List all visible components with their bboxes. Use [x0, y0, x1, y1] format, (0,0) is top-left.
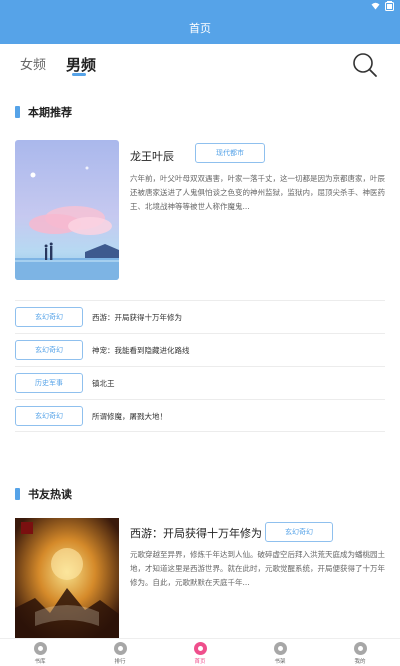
book-list: 玄幻奇幻 西游：开局获得十万年修为 玄幻奇幻 神宠：我能看到隐藏进化路线 历史军… [15, 300, 385, 432]
book-title[interactable]: 所谓修魔，屠戮大地！ [92, 411, 167, 422]
app-bar: 首页 [0, 12, 400, 44]
nav-label: 书架 [274, 659, 286, 665]
nav-label: 首页 [194, 659, 206, 665]
nav-label: 书库 [34, 659, 46, 665]
hot-section-title: 书友热读 [28, 488, 72, 501]
list-item[interactable]: 玄幻奇幻 神宠：我能看到隐藏进化路线 [15, 333, 385, 366]
status-bar [0, 0, 400, 12]
genre-tag[interactable]: 玄幻奇幻 [15, 307, 83, 327]
profile-icon [353, 642, 367, 655]
list-item[interactable]: 历史军事 镇北王 [15, 366, 385, 399]
recommend-section-title: 本期推荐 [28, 106, 72, 119]
nav-label: 我的 [354, 659, 366, 665]
hot-book-description: 元歌穿越至异界，修炼千年达到人仙。破碎虚空后拜入洪荒天庭成为蟠桃园土地，才知道这… [130, 550, 385, 587]
page-title: 首页 [189, 22, 211, 35]
nav-library[interactable]: 书库 [0, 639, 80, 666]
featured-book-description: 六年前，叶父叶母双双遇害，叶家一落千丈，这一切都是因为京都唐家，叶辰还被唐家送进… [130, 174, 385, 211]
bookshelf-icon [273, 642, 287, 655]
nav-profile[interactable]: 我的 [320, 639, 400, 666]
crown-icon [113, 642, 127, 655]
book-title[interactable]: 西游：开局获得十万年修为 [92, 312, 182, 323]
search-button[interactable] [352, 52, 378, 78]
tab-male[interactable]: 男频 [66, 54, 96, 75]
gender-tabs: 女频 男频 [0, 44, 400, 84]
featured-book[interactable]: 龙王叶辰 现代都市 六年前，叶父叶母双双遇害，叶家一落千丈，这一切都是因为京都唐… [15, 140, 385, 285]
search-icon [353, 53, 377, 77]
home-icon [193, 642, 207, 655]
wifi-icon [371, 2, 380, 10]
hot-section-header: 书友热读 [15, 486, 72, 502]
list-item[interactable]: 玄幻奇幻 西游：开局获得十万年修为 [15, 300, 385, 333]
featured-book-cover[interactable] [15, 140, 119, 280]
featured-genre-tag[interactable]: 现代都市 [195, 143, 265, 163]
bottom-nav: 书库 排行 首页 书架 我的 [0, 638, 400, 666]
recommend-section-header: 本期推荐 [15, 104, 72, 120]
book-title[interactable]: 镇北王 [92, 378, 115, 389]
genre-tag[interactable]: 历史军事 [15, 373, 83, 393]
nav-home[interactable]: 首页 [160, 639, 240, 666]
list-item[interactable]: 玄幻奇幻 所谓修魔，屠戮大地！ [15, 399, 385, 432]
tab-female[interactable]: 女频 [20, 54, 46, 73]
nav-label: 排行 [114, 659, 126, 665]
genre-tag[interactable]: 玄幻奇幻 [15, 340, 83, 360]
book-title[interactable]: 神宠：我能看到隐藏进化路线 [92, 345, 190, 356]
section-marker [15, 488, 20, 500]
hot-book-cover[interactable] [15, 518, 119, 638]
genre-tag[interactable]: 玄幻奇幻 [15, 406, 83, 426]
featured-book-title[interactable]: 龙王叶辰 [130, 148, 174, 164]
hot-book[interactable]: 西游：开局获得十万年修为 玄幻奇幻 元歌穿越至异界，修炼千年达到人仙。破碎虚空后… [15, 518, 385, 638]
library-icon [33, 642, 47, 655]
nav-ranking[interactable]: 排行 [80, 639, 160, 666]
nav-bookshelf[interactable]: 书架 [240, 639, 320, 666]
tab-indicator [72, 73, 86, 76]
hot-genre-tag[interactable]: 玄幻奇幻 [265, 522, 333, 542]
hot-book-title[interactable]: 西游：开局获得十万年修为 [130, 525, 262, 541]
battery-icon [385, 1, 394, 11]
section-marker [15, 106, 20, 118]
